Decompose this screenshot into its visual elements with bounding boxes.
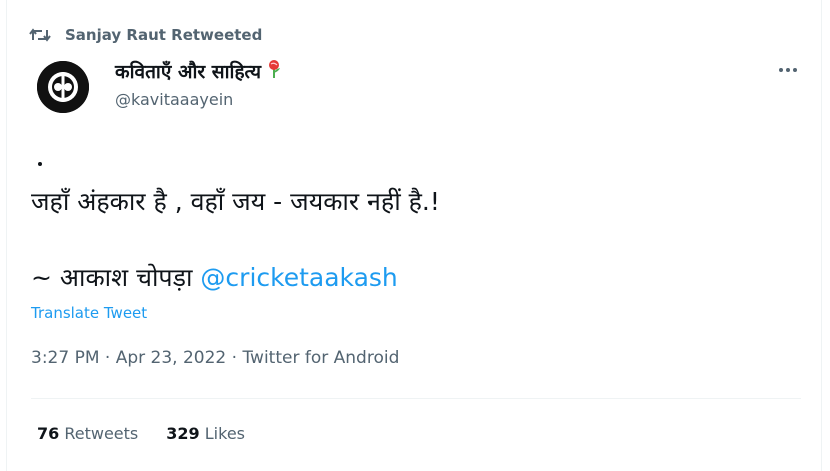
retweets-label: Retweets	[64, 424, 139, 443]
divider	[31, 398, 801, 399]
likes-count: 329	[166, 424, 200, 443]
tweet-header: कविताएँ और साहित्य @kavitaaayein	[37, 56, 807, 116]
retweets-stat[interactable]: 76 Retweets	[37, 424, 138, 443]
decorative-dot	[38, 162, 42, 166]
lollipop-rose-icon	[267, 59, 281, 84]
retweet-icon	[29, 26, 51, 44]
meta-separator: ·	[226, 348, 243, 368]
likes-stat[interactable]: 329 Likes	[166, 424, 245, 443]
retweets-count: 76	[37, 424, 60, 443]
tweet-line-2-prefix: ~ आकाश चोपड़ा	[31, 263, 193, 292]
retweet-context[interactable]: Sanjay Raut Retweeted	[29, 22, 262, 48]
tweet-source[interactable]: Twitter for Android	[242, 348, 399, 368]
tweet-line-2: ~ आकाश चोपड़ा @cricketaakash	[31, 260, 398, 294]
tweet-stats: 76 Retweets 329 Likes	[37, 424, 245, 443]
author-display-name[interactable]: कविताएँ और साहित्य	[115, 58, 281, 84]
author-names: कविताएँ और साहित्य @kavitaaayein	[115, 58, 281, 109]
more-options-icon[interactable]	[773, 60, 803, 80]
meta-separator: ·	[99, 348, 116, 368]
tweet-meta: 3:27 PM · Apr 23, 2022 · Twitter for And…	[31, 348, 399, 368]
author-handle[interactable]: @kavitaaayein	[115, 90, 281, 109]
tweet-card: Sanjay Raut Retweeted कविताएँ और साहित्य	[6, 0, 822, 471]
tweet-line-1: जहाँ अंहकार है , वहाँ जय - जयकार नहीं है…	[31, 187, 440, 216]
tweet-time[interactable]: 3:27 PM	[31, 348, 100, 368]
translate-tweet-link[interactable]: Translate Tweet	[31, 304, 147, 322]
avatar[interactable]	[37, 61, 89, 113]
mention-link[interactable]: @cricketaakash	[200, 263, 397, 292]
retweet-context-label: Sanjay Raut Retweeted	[65, 26, 263, 44]
author-display-name-text: कविताएँ और साहित्य	[115, 61, 262, 83]
likes-label: Likes	[204, 424, 245, 443]
tweet-date[interactable]: Apr 23, 2022	[116, 348, 227, 368]
kavita-logo-avatar	[37, 61, 89, 113]
